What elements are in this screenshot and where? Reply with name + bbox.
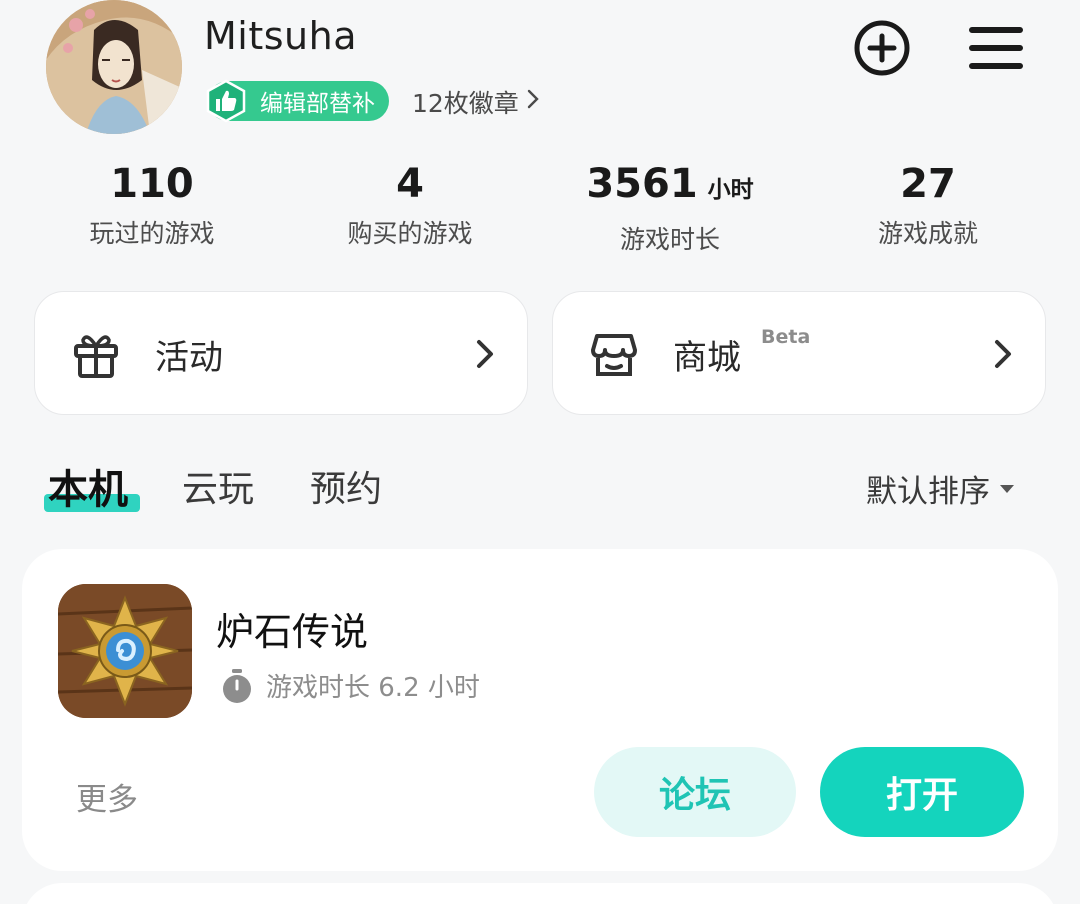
hearthstone-app-icon[interactable]	[58, 584, 192, 718]
tab-local[interactable]: 本机	[48, 457, 128, 515]
game-playtime: 游戏时长 6.2 小时	[220, 667, 480, 704]
stat-achievements[interactable]: 27 游戏成就	[798, 160, 1058, 250]
chevron-right-icon	[527, 89, 539, 115]
username: Mitsuha	[204, 14, 357, 58]
forum-button[interactable]: 论坛	[594, 747, 796, 837]
events-label: 活动	[155, 338, 223, 378]
stat-label: 玩过的游戏	[89, 219, 215, 248]
stat-label: 游戏成就	[877, 219, 978, 248]
store-icon	[591, 334, 637, 376]
store-label: 商城	[673, 338, 741, 378]
game-title[interactable]: 炉石传说	[216, 601, 368, 656]
sort-dropdown[interactable]: 默认排序	[866, 466, 1014, 511]
stat-value: 4	[396, 161, 424, 207]
badge-count-link[interactable]: 12枚徽章	[412, 84, 539, 120]
stat-unit: 小时	[707, 177, 754, 203]
stat-value: 110	[110, 161, 194, 207]
stat-value: 3561	[586, 161, 698, 207]
title-badge[interactable]: 编辑部替补	[206, 79, 389, 123]
store-card[interactable]: 商城 Beta	[552, 291, 1046, 415]
caret-down-icon	[1000, 484, 1014, 493]
stat-playtime[interactable]: 3561 小时 游戏时长	[540, 160, 800, 256]
thumbs-up-icon	[206, 79, 246, 123]
stat-played-games[interactable]: 110 玩过的游戏	[22, 160, 282, 250]
menu-icon[interactable]	[966, 18, 1026, 78]
title-badge-label: 编辑部替补	[260, 91, 375, 117]
badge-count-label: 12枚徽章	[412, 89, 519, 118]
stat-purchased-games[interactable]: 4 购买的游戏	[280, 160, 540, 250]
plus-circle-icon[interactable]	[852, 18, 912, 78]
game-card[interactable]	[22, 883, 1058, 904]
chevron-right-icon	[995, 340, 1011, 368]
stat-label: 购买的游戏	[347, 219, 473, 248]
events-card[interactable]: 活动	[34, 291, 528, 415]
gift-icon	[74, 335, 118, 378]
stat-label: 游戏时长	[619, 225, 720, 254]
stat-value: 27	[900, 161, 956, 207]
stats-row: 110 玩过的游戏 4 购买的游戏 3561 小时 游戏时长 27 游戏成就	[0, 160, 1080, 260]
more-button[interactable]: 更多	[76, 774, 138, 819]
tab-reserve[interactable]: 预约	[310, 460, 382, 512]
avatar[interactable]	[46, 0, 182, 134]
game-card[interactable]: 炉石传说 游戏时长 6.2 小时 更多 论坛 打开	[22, 549, 1058, 871]
stopwatch-icon	[223, 668, 251, 703]
beta-tag: Beta	[761, 326, 811, 348]
sort-label: 默认排序	[866, 474, 990, 510]
tab-cloud[interactable]: 云玩	[182, 460, 254, 512]
playtime-label: 游戏时长 6.2 小时	[266, 673, 480, 703]
open-button[interactable]: 打开	[820, 747, 1024, 837]
chevron-right-icon	[477, 340, 493, 368]
tab-local-label: 本机	[48, 467, 128, 513]
